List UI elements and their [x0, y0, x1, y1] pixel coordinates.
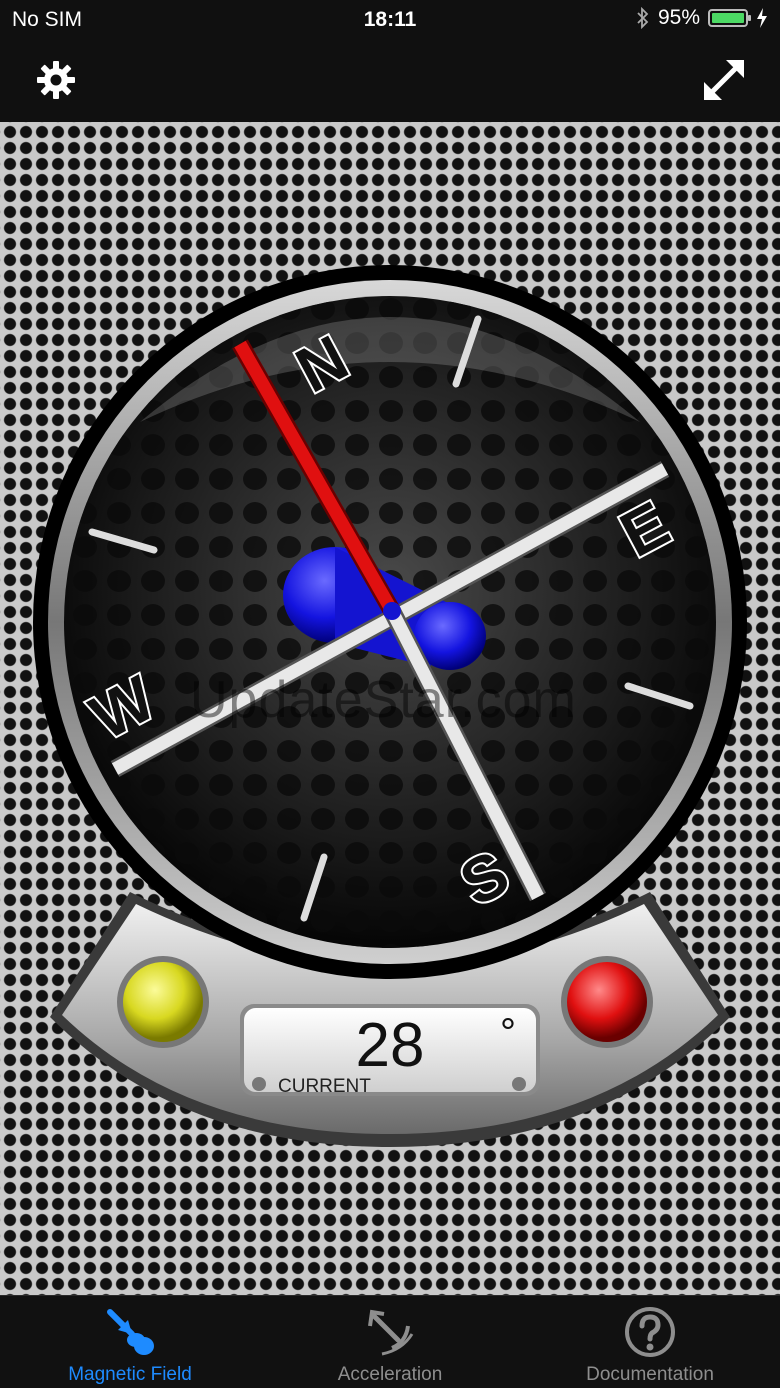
nav-bar [0, 40, 780, 122]
tab-documentation-label: Documentation [586, 1364, 714, 1385]
status-right: 95% [636, 6, 768, 30]
acceleration-icon [368, 1309, 414, 1356]
status-bar: No SIM 18:11 95% [0, 0, 780, 40]
degree-symbol: ° [500, 1011, 516, 1055]
watermark-text: UpdateStar.com [190, 671, 577, 729]
tab-bar: Magnetic Field Acceleration Documentatio… [0, 1295, 780, 1388]
current-label: CURRENT [278, 1076, 371, 1097]
tab-acceleration[interactable]: Acceleration [260, 1296, 520, 1388]
question-icon [625, 1307, 675, 1357]
tab-magnetic-field[interactable]: Magnetic Field [0, 1296, 260, 1388]
compass-area: 28 ° CURRENT N E S W UpdateStar.com [0, 122, 780, 1295]
tab-acceleration-label: Acceleration [337, 1364, 443, 1385]
indicator-light-red [567, 962, 647, 1042]
gear-icon[interactable] [32, 56, 80, 104]
reading-plate: 28 ° CURRENT [240, 1004, 540, 1097]
tab-magnetic-field-label: Magnetic Field [68, 1364, 192, 1385]
bluetooth-icon [637, 7, 649, 29]
expand-arrows-icon[interactable] [698, 54, 750, 106]
tab-documentation[interactable]: Documentation [520, 1296, 780, 1388]
battery-percent: 95% [657, 6, 700, 29]
charging-bolt-icon [757, 8, 767, 28]
magnet-icon [107, 1309, 154, 1355]
indicator-light-yellow [123, 962, 203, 1042]
battery-icon [708, 9, 751, 27]
heading-value: 28 [356, 1011, 425, 1080]
